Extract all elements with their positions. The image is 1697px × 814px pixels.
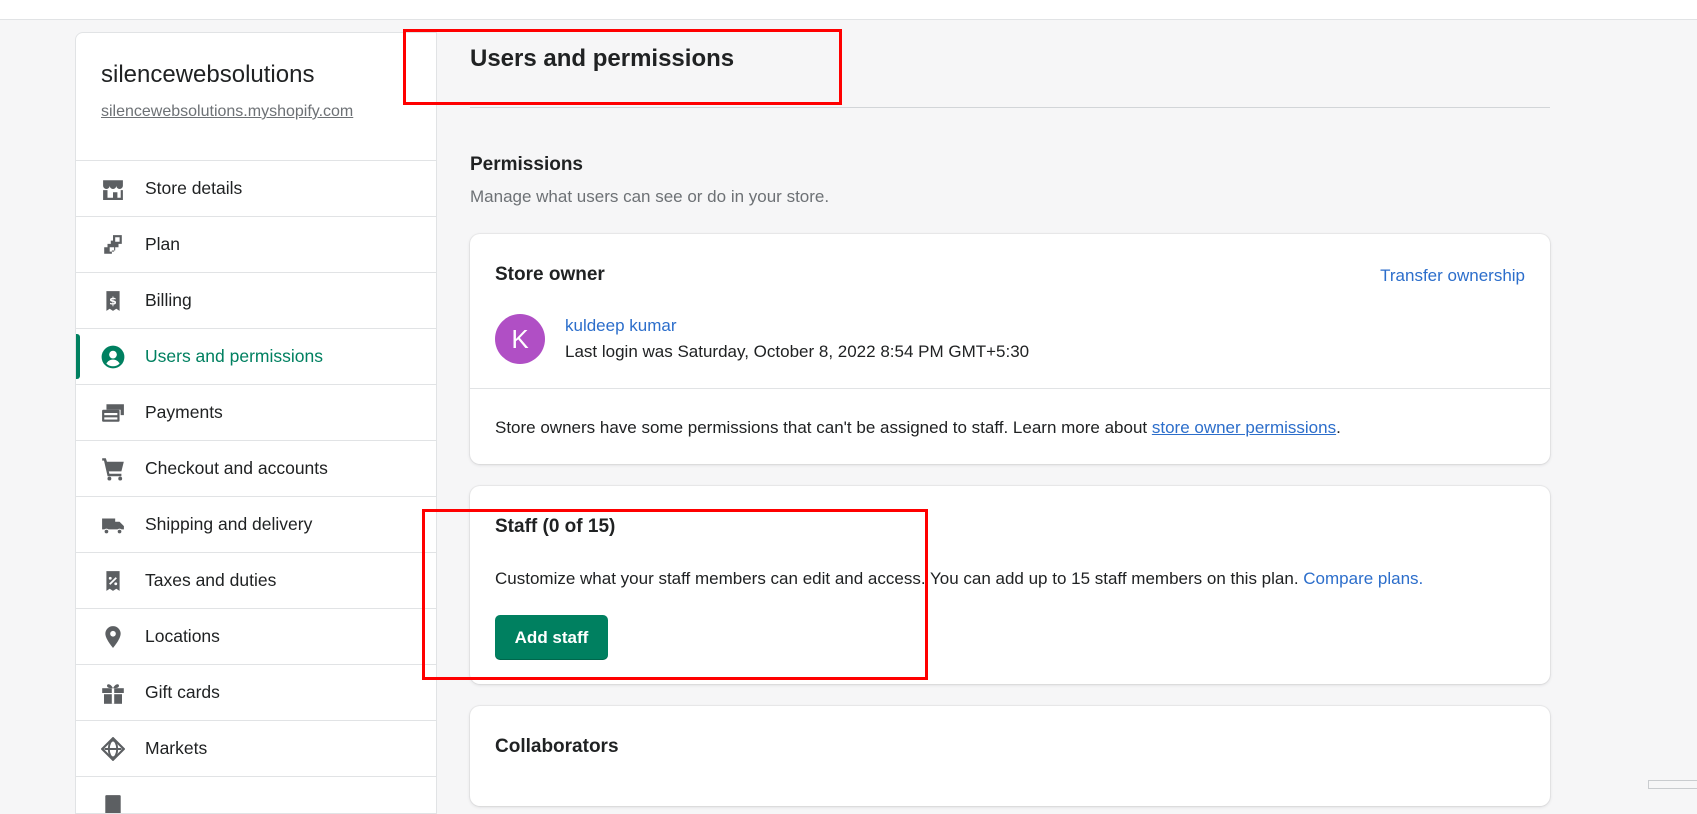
sidebar-item-taxes-and-duties[interactable]: Taxes and duties — [76, 553, 436, 609]
top-bar — [0, 0, 1697, 20]
sidebar-item-label: Locations — [145, 626, 220, 647]
avatar: K — [495, 314, 545, 364]
plan-icon — [101, 233, 125, 257]
user-icon — [101, 345, 125, 369]
sidebar-item-billing[interactable]: $ Billing — [76, 273, 436, 329]
document-icon — [101, 793, 125, 814]
last-login-text: Last login was Saturday, October 8, 2022… — [565, 342, 1029, 362]
permissions-heading: Permissions — [470, 154, 583, 176]
sidebar-item-checkout-and-accounts[interactable]: Checkout and accounts — [76, 441, 436, 497]
note-end: . — [1336, 418, 1341, 437]
billing-icon: $ — [101, 289, 125, 313]
store-owner-card: Store owner Transfer ownership K kuldeep… — [470, 234, 1550, 464]
sidebar-item-label: Users and permissions — [145, 346, 323, 367]
collaborators-card: Collaborators — [470, 706, 1550, 806]
sidebar-item-label: Checkout and accounts — [145, 458, 328, 479]
sidebar-item-label: Shipping and delivery — [145, 514, 312, 535]
payments-icon — [101, 401, 125, 425]
sidebar-item-label: Taxes and duties — [145, 570, 276, 591]
title-divider — [470, 107, 1550, 108]
svg-text:$: $ — [109, 294, 117, 307]
owner-name-link[interactable]: kuldeep kumar — [565, 316, 677, 336]
store-owner-permissions-link[interactable]: store owner permissions — [1152, 418, 1336, 437]
sidebar-item-locations[interactable]: Locations — [76, 609, 436, 665]
sidebar-item-payments[interactable]: Payments — [76, 385, 436, 441]
avatar-initial: K — [511, 324, 528, 355]
transfer-ownership-link[interactable]: Transfer ownership — [1380, 266, 1525, 286]
store-header: silencewebsolutions silencewebsolutions.… — [76, 33, 436, 161]
gift-icon — [101, 681, 125, 705]
sidebar-item-more[interactable] — [76, 777, 436, 814]
sidebar-item-shipping-and-delivery[interactable]: Shipping and delivery — [76, 497, 436, 553]
sidebar-item-markets[interactable]: Markets — [76, 721, 436, 777]
truck-icon — [101, 513, 125, 537]
sidebar-item-plan[interactable]: Plan — [76, 217, 436, 273]
sidebar-item-label: Plan — [145, 234, 180, 255]
owner-permissions-note: Store owners have some permissions that … — [495, 418, 1341, 438]
note-text: Store owners have some permissions that … — [495, 418, 1152, 437]
cart-icon — [101, 457, 125, 481]
highlight-box-title — [403, 29, 842, 105]
collaborators-heading: Collaborators — [495, 736, 619, 758]
sidebar-item-gift-cards[interactable]: Gift cards — [76, 665, 436, 721]
location-icon — [101, 625, 125, 649]
compare-plans-link[interactable]: Compare plans. — [1303, 569, 1423, 588]
sidebar-item-label: Markets — [145, 738, 207, 759]
sidebar-item-store-details[interactable]: Store details — [76, 161, 436, 217]
highlight-box-staff — [422, 509, 928, 680]
store-owner-heading: Store owner — [495, 264, 605, 286]
sidebar-item-label: Billing — [145, 290, 192, 311]
store-name: silencewebsolutions — [101, 61, 411, 89]
store-url-link[interactable]: silencewebsolutions.myshopify.com — [101, 103, 411, 121]
tax-icon — [101, 569, 125, 593]
store-icon — [101, 177, 125, 201]
globe-icon — [101, 737, 125, 761]
settings-sidebar: silencewebsolutions silencewebsolutions.… — [75, 32, 437, 814]
sidebar-item-label: Store details — [145, 178, 242, 199]
sidebar-item-label: Payments — [145, 402, 223, 423]
permissions-description: Manage what users can see or do in your … — [470, 187, 829, 207]
sidebar-item-label: Gift cards — [145, 682, 220, 703]
sidebar-item-users-and-permissions[interactable]: Users and permissions — [76, 329, 436, 385]
card-divider — [470, 388, 1550, 389]
corner-element — [1648, 780, 1697, 789]
